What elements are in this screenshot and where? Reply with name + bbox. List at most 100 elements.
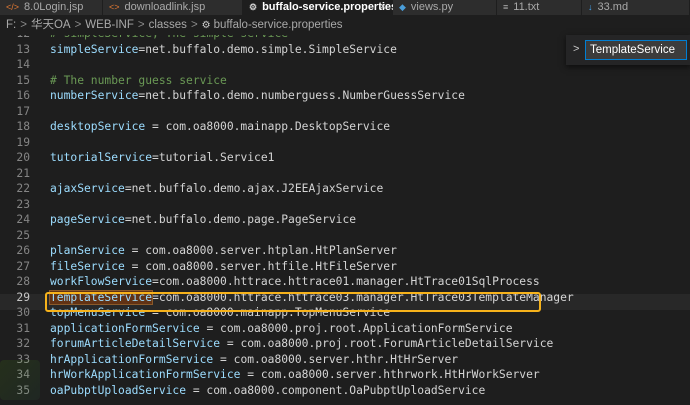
property-value: =net.buffalo.demo.simple.SimpleService bbox=[138, 42, 397, 56]
toggle-replace-chevron-icon[interactable]: > bbox=[573, 43, 579, 55]
code-line[interactable]: 20 tutorialService=tutorial.Service1 bbox=[0, 150, 690, 166]
code-line[interactable]: 32 forumArticleDetailService = com.oa8000… bbox=[0, 336, 690, 352]
property-key: ajaxService bbox=[50, 182, 125, 195]
code-editor[interactable]: 12# simpleService, The simple service13s… bbox=[0, 35, 690, 405]
tab-8-0login-jsp[interactable]: </> 8.0Login.jsp bbox=[0, 0, 103, 15]
breadcrumb-file[interactable]: buffalo-service.properties bbox=[214, 19, 343, 31]
code-text: fileService = com.oa8000.server.htfile.H… bbox=[50, 259, 397, 275]
code-line[interactable]: 21 bbox=[0, 166, 690, 182]
property-value: = com.oa8000.proj.root.ForumArticleDetai… bbox=[220, 337, 554, 350]
property-value: =com.oa8000.httrace.httrace03.manager.Ht… bbox=[152, 290, 574, 304]
tab-33-md[interactable]: ↓ 33.md bbox=[582, 0, 690, 15]
code-line[interactable]: 15 # The number guess service bbox=[0, 73, 690, 89]
property-value: =net.buffalo.demo.ajax.J2EEAjaxService bbox=[124, 182, 384, 195]
breadcrumb-separator: > bbox=[137, 19, 145, 31]
breadcrumb: F: > 华天OA > WEB-INF > classes > ⚙ buffalo-service… bbox=[0, 15, 690, 35]
property-value: = com.oa8000.proj.root.ApplicationFormSe… bbox=[199, 321, 513, 335]
breadcrumb-folder-classes[interactable]: classes bbox=[149, 19, 187, 31]
tab-bar: </> 8.0Login.jsp <> downloadlink.jsp ⚙ buff… bbox=[0, 0, 690, 15]
breadcrumb-folder-huatianoa[interactable]: 华天OA bbox=[31, 19, 71, 31]
line-number: 25 bbox=[16, 228, 30, 242]
watermark-logo bbox=[0, 360, 40, 400]
close-icon[interactable]: × bbox=[380, 0, 386, 14]
property-value: = com.oa8000.server.htfile.HtFileServer bbox=[124, 259, 397, 273]
markdown-icon: ↓ bbox=[588, 2, 593, 12]
property-key: topMenuService bbox=[50, 306, 146, 319]
code-text: hrApplicationFormService = com.oa8000.se… bbox=[50, 352, 458, 368]
line-number: 17 bbox=[16, 104, 30, 118]
code-text: numberService=net.buffalo.demo.numbergue… bbox=[50, 88, 465, 104]
code-text: applicationFormService = com.oa8000.proj… bbox=[50, 321, 513, 337]
tab-downloadlink-jsp[interactable]: <> downloadlink.jsp bbox=[103, 0, 243, 15]
line-number: 20 bbox=[16, 151, 30, 164]
code-line[interactable]: 22 ajaxService=net.buffalo.demo.ajax.J2EE… bbox=[0, 181, 690, 197]
breadcrumb-folder-web-inf[interactable]: WEB-INF bbox=[85, 19, 134, 31]
property-value: = com.oa8000.server.hthrwork.HtHrWorkSer… bbox=[240, 368, 540, 381]
code-line[interactable]: 18 desktopService = com.oa8000.mainapp.De… bbox=[0, 119, 690, 135]
property-key: oaPubptUploadService bbox=[50, 383, 187, 397]
line-number: 22 bbox=[16, 182, 30, 195]
code-line[interactable]: 27 fileService = com.oa8000.server.htfile… bbox=[0, 259, 690, 275]
gear-icon: ⚙ bbox=[249, 2, 258, 12]
breadcrumb-drive[interactable]: F: bbox=[6, 19, 16, 31]
code-text: desktopService = com.oa8000.mainapp.Desk… bbox=[50, 119, 390, 135]
find-input[interactable]: TemplateService bbox=[585, 40, 687, 60]
property-value: = com.oa8000.mainapp.DesktopService bbox=[145, 120, 391, 133]
property-key: numberService bbox=[50, 89, 139, 102]
code-text: workFlowService=com.oa8000.httrace.httra… bbox=[50, 274, 540, 290]
property-value: = com.oa8000.mainapp.TopMenuService bbox=[145, 306, 391, 319]
property-value: =com.oa8000.httrace.httrace01.manager.Ht… bbox=[152, 275, 540, 288]
code-line[interactable]: 19 bbox=[0, 135, 690, 151]
code-text: # The number guess service bbox=[50, 73, 227, 89]
property-key: applicationFormService bbox=[50, 321, 200, 335]
line-number: 31 bbox=[16, 321, 30, 335]
code-line[interactable]: 35 oaPubptUploadService = com.oa8000.comp… bbox=[0, 383, 690, 399]
line-number: 21 bbox=[16, 166, 30, 180]
code-text: planService = com.oa8000.server.htplan.H… bbox=[50, 243, 397, 259]
line-number: 29 bbox=[16, 290, 30, 304]
code-text: simpleService=net.buffalo.demo.simple.Si… bbox=[50, 42, 397, 58]
tab-11-txt[interactable]: ≡ 11.txt bbox=[497, 0, 582, 15]
property-value: =net.buffalo.demo.page.PageService bbox=[124, 213, 357, 226]
property-value: =tutorial.Service1 bbox=[152, 151, 275, 164]
code-text: topMenuService = com.oa8000.mainapp.TopM… bbox=[50, 305, 390, 321]
tab-buffalo-service-properties[interactable]: ⚙ buffalo-service.properties × bbox=[243, 0, 397, 15]
property-key: workFlowService bbox=[50, 275, 153, 288]
code-line[interactable]: 25 bbox=[0, 228, 690, 244]
code-line[interactable]: 28 workFlowService=com.oa8000.httrace.htt… bbox=[0, 274, 690, 290]
property-value: = com.oa8000.server.htplan.HtPlanServer bbox=[124, 244, 397, 257]
code-text: ajaxService=net.buffalo.demo.ajax.J2EEAj… bbox=[50, 181, 383, 197]
comment-text: # The number guess service bbox=[50, 73, 227, 87]
code-line[interactable]: 24 pageService=net.buffalo.demo.page.Page… bbox=[0, 212, 690, 228]
code-line[interactable]: 34 hrWorkApplicationFormService = com.oa8… bbox=[0, 367, 690, 383]
line-number: 27 bbox=[16, 259, 30, 273]
code-text: tutorialService=tutorial.Service1 bbox=[50, 150, 274, 166]
code-line[interactable]: 26 planService = com.oa8000.server.htplan… bbox=[0, 243, 690, 259]
code-line[interactable]: 17 bbox=[0, 104, 690, 120]
code-line[interactable]: 16 numberService=net.buffalo.demo.numberg… bbox=[0, 88, 690, 104]
property-value: = com.oa8000.server.hthr.HtHrServer bbox=[213, 352, 459, 366]
find-widget: > TemplateService bbox=[566, 35, 690, 65]
code-line[interactable]: 30 topMenuService = com.oa8000.mainapp.To… bbox=[0, 305, 690, 321]
code-text: hrWorkApplicationFormService = com.oa800… bbox=[50, 367, 540, 383]
text-file-icon: ≡ bbox=[503, 2, 509, 12]
line-number: 15 bbox=[16, 73, 30, 87]
python-icon: ◆ bbox=[399, 2, 406, 12]
code-text: TemplateService=com.oa8000.httrace.httra… bbox=[48, 289, 574, 306]
code-line[interactable]: 29 TemplateService=com.oa8000.httrace.htt… bbox=[0, 289, 690, 306]
code-line[interactable]: 33 hrApplicationFormService = com.oa8000.… bbox=[0, 352, 690, 368]
tab-views-py[interactable]: ◆ views.py bbox=[393, 0, 497, 15]
search-match: TemplateService bbox=[48, 289, 154, 305]
line-number: 19 bbox=[16, 135, 30, 149]
breadcrumb-separator: > bbox=[20, 19, 27, 31]
property-key: planService bbox=[50, 244, 125, 257]
line-number: 30 bbox=[16, 306, 30, 319]
code-line[interactable]: 31 applicationFormService = com.oa8000.pr… bbox=[0, 321, 690, 337]
line-number: 24 bbox=[16, 213, 30, 226]
property-key: desktopService bbox=[50, 120, 146, 133]
property-value: = com.oa8000.component.OaPubptUploadServ… bbox=[186, 383, 486, 397]
property-key: pageService bbox=[50, 213, 125, 226]
code-text: pageService=net.buffalo.demo.page.PageSe… bbox=[50, 212, 356, 228]
code-line[interactable]: 23 bbox=[0, 197, 690, 213]
line-number: 28 bbox=[16, 275, 30, 288]
